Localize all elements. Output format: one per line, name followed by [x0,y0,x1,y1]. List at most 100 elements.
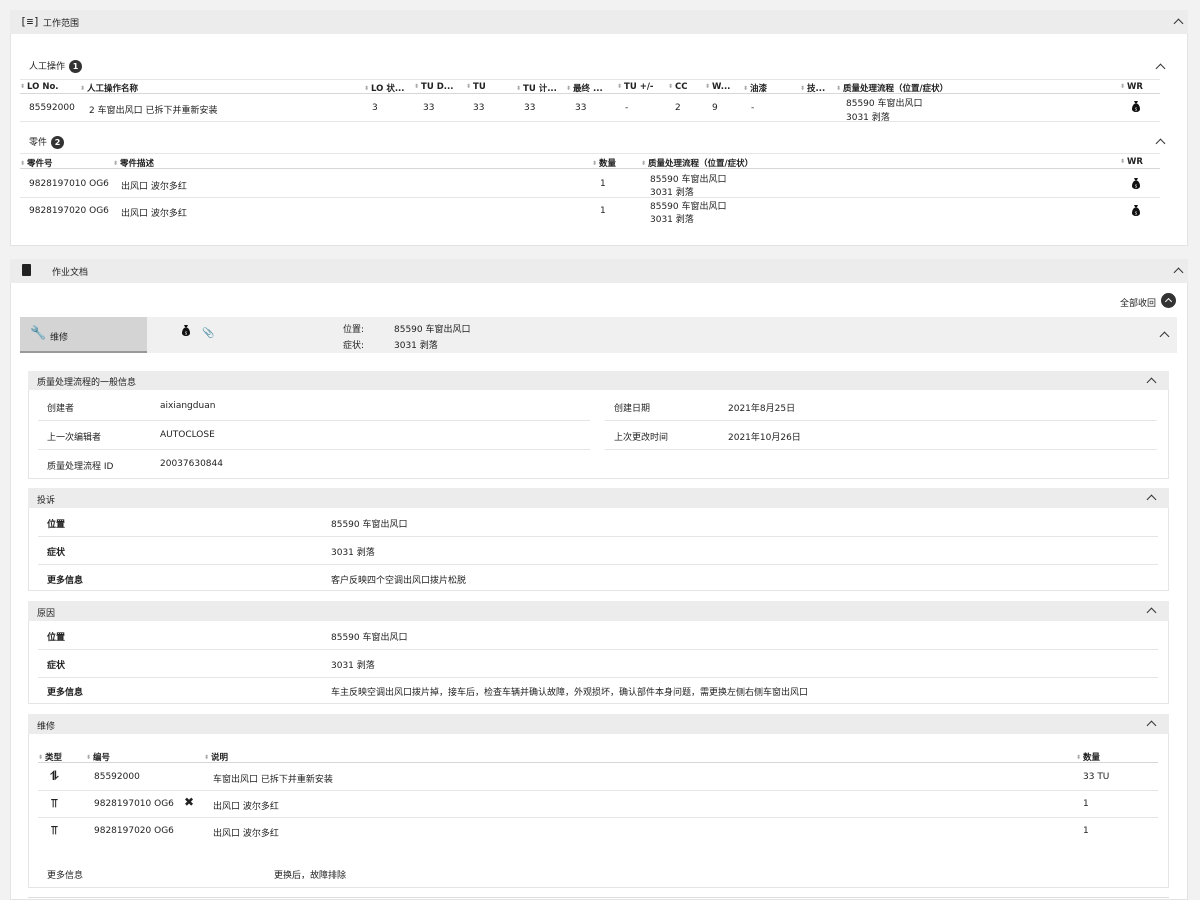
labor-count-badge: 1 [69,60,83,73]
chevron-up-icon[interactable] [1146,494,1157,505]
complaint-divider [38,564,1158,565]
repair-tab[interactable]: 🔧 维修 [20,317,147,353]
repair-more-label: 更多信息 [47,871,84,881]
labor-row-status: 3 [372,103,378,113]
labor-header-divider [20,79,1160,80]
complaint-header[interactable]: 投诉 [28,488,1169,508]
part-row-2-desc: 出风口 波尔多红 [121,209,187,219]
part-row-2-qm-1: 85590 车窗出风口 [650,202,727,212]
repair-row-1-no: 85592000 [94,772,140,782]
collapse-all-label: 全部收回 [1120,299,1157,309]
cause-title: 原因 [37,609,56,619]
part-row-2-qm-2: 3031 剥落 [650,215,694,225]
cause-pos-value: 85590 车窗出风口 [331,633,408,643]
col-lo-no[interactable]: ⬍ LO No. [20,82,59,92]
repair-panel [28,714,1169,888]
cause-sym-value: 3031 剥落 [331,661,375,671]
cause-divider [38,649,1158,650]
tab-pos-value: 85590 车窗出风口 [394,325,471,335]
bottom-divider [28,897,1169,898]
qm-id-value: 20037630844 [160,459,223,469]
job-docs-title: 作业文档 [52,268,89,278]
labor-row-tu-pm: - [625,103,629,113]
labor-row-name: 2 车窗出风口 已拆下并重新安装 [89,106,218,116]
complaint-title: 投诉 [37,496,56,506]
qm-id-label: 质量处理流程 ID [47,462,114,472]
svg-text:$: $ [1135,107,1138,112]
cause-pos-label: 位置 [47,633,66,643]
repair-row-divider [38,790,1158,791]
repair-row-divider [38,817,1158,818]
repair-row-3-desc: 出风口 波尔多红 [213,829,279,839]
general-info-header[interactable]: 质量处理流程的一般信息 [28,371,1169,390]
money-bag-icon[interactable]: $ [1131,204,1141,216]
labor-row-lo-no: 85592000 [29,103,75,113]
work-scope-title: 工作范围 [43,19,80,29]
general-info-title: 质量处理流程的一般信息 [37,378,137,388]
col-w[interactable]: ⬍ W... [705,82,730,92]
chevron-up-icon[interactable] [1173,18,1184,29]
labor-section-title[interactable]: 人工操作 1 [29,59,83,73]
money-bag-icon[interactable]: $ [1131,177,1141,189]
money-bag-icon: $ [182,325,190,336]
repair-row-1-qty: 33 TU [1083,772,1110,782]
tab-sym-value: 3031 剥落 [394,341,438,351]
changed-value: 2021年10月26日 [728,433,801,443]
repair-header-divider [38,762,1158,763]
labor-row-top [20,93,1160,94]
general-divider [38,420,590,421]
part-row-divider [20,197,1160,198]
complaint-pos-label: 位置 [47,520,66,530]
labor-row-qm-1: 85590 车窗出风口 [846,99,923,109]
created-label: 创建日期 [614,404,651,414]
chevron-up-icon[interactable] [1146,377,1157,388]
part-row-1-qty: 1 [600,179,606,189]
complaint-divider [38,536,1158,537]
parts-section-title[interactable]: 零件 2 [29,135,65,149]
complaint-sym-label: 症状 [47,548,66,558]
col-tu-d[interactable]: ⬍ TU D... [414,82,453,92]
cause-more-label: 更多信息 [47,688,84,698]
collapse-all-link[interactable]: 全部收回 [1120,296,1156,309]
complaint-more-value: 客户反映四个空调出风口拨片松脱 [331,576,467,586]
col-tu-pm[interactable]: ⬍ TU +/- [617,82,653,92]
labor-row-tu: 33 [473,103,485,113]
labor-row-cc: 2 [675,103,681,113]
job-docs-header[interactable]: 作业文档 [10,259,1188,283]
complaint-sym-value: 3031 剥落 [331,548,375,558]
clipboard-icon [22,264,31,276]
repair-row-2-no: 9828197010 OG6 [94,799,174,809]
labor-row-bottom [20,121,1160,122]
paperclip-icon: 📎 [202,328,215,339]
repair-tab-label: 维修 [50,333,69,343]
parts-header-divider [20,153,1160,154]
labor-title: 人工操作 [29,62,66,72]
labor-row-tu-calc: 33 [524,103,536,113]
col-part-wr[interactable]: ⬍ WR [1120,157,1143,167]
chevron-up-icon[interactable] [1146,607,1157,618]
general-divider [38,449,590,450]
labor-op-icon: ⥮ [50,769,59,783]
col-cc[interactable]: ⬍ CC [668,82,688,92]
col-tu[interactable]: ⬍ TU [466,82,486,92]
repair-more-value: 更换后，故障排除 [274,871,347,881]
chevron-up-icon[interactable] [1173,267,1184,278]
labor-row-final: 33 [575,103,587,113]
money-bag-icon[interactable]: $ [1131,100,1141,112]
cause-header[interactable]: 原因 [28,601,1169,621]
part-row-1-qm-1: 85590 车窗出风口 [650,175,727,185]
labor-row-paint: - [751,103,755,113]
col-wr[interactable]: ⬍ WR [1120,82,1143,92]
general-divider [605,420,1157,421]
complaint-pos-value: 85590 车窗出风口 [331,520,408,530]
editor-value: AUTOCLOSE [160,430,215,440]
parts-row-top [20,168,1160,169]
scope-icon: [≡] [20,15,40,28]
chevron-up-icon[interactable] [1146,720,1157,731]
repair-tab-bar [20,317,1177,353]
parts-title: 零件 [29,138,48,148]
work-scope-header[interactable]: [≡] 工作范围 [10,10,1188,34]
cause-more-value: 车主反映空调出风口拨片掉，接车后，检查车辆并确认故障，外观损坏，确认部件本身问题… [331,688,809,698]
repair-header[interactable]: 维修 [28,714,1169,734]
cause-sym-label: 症状 [47,661,66,671]
